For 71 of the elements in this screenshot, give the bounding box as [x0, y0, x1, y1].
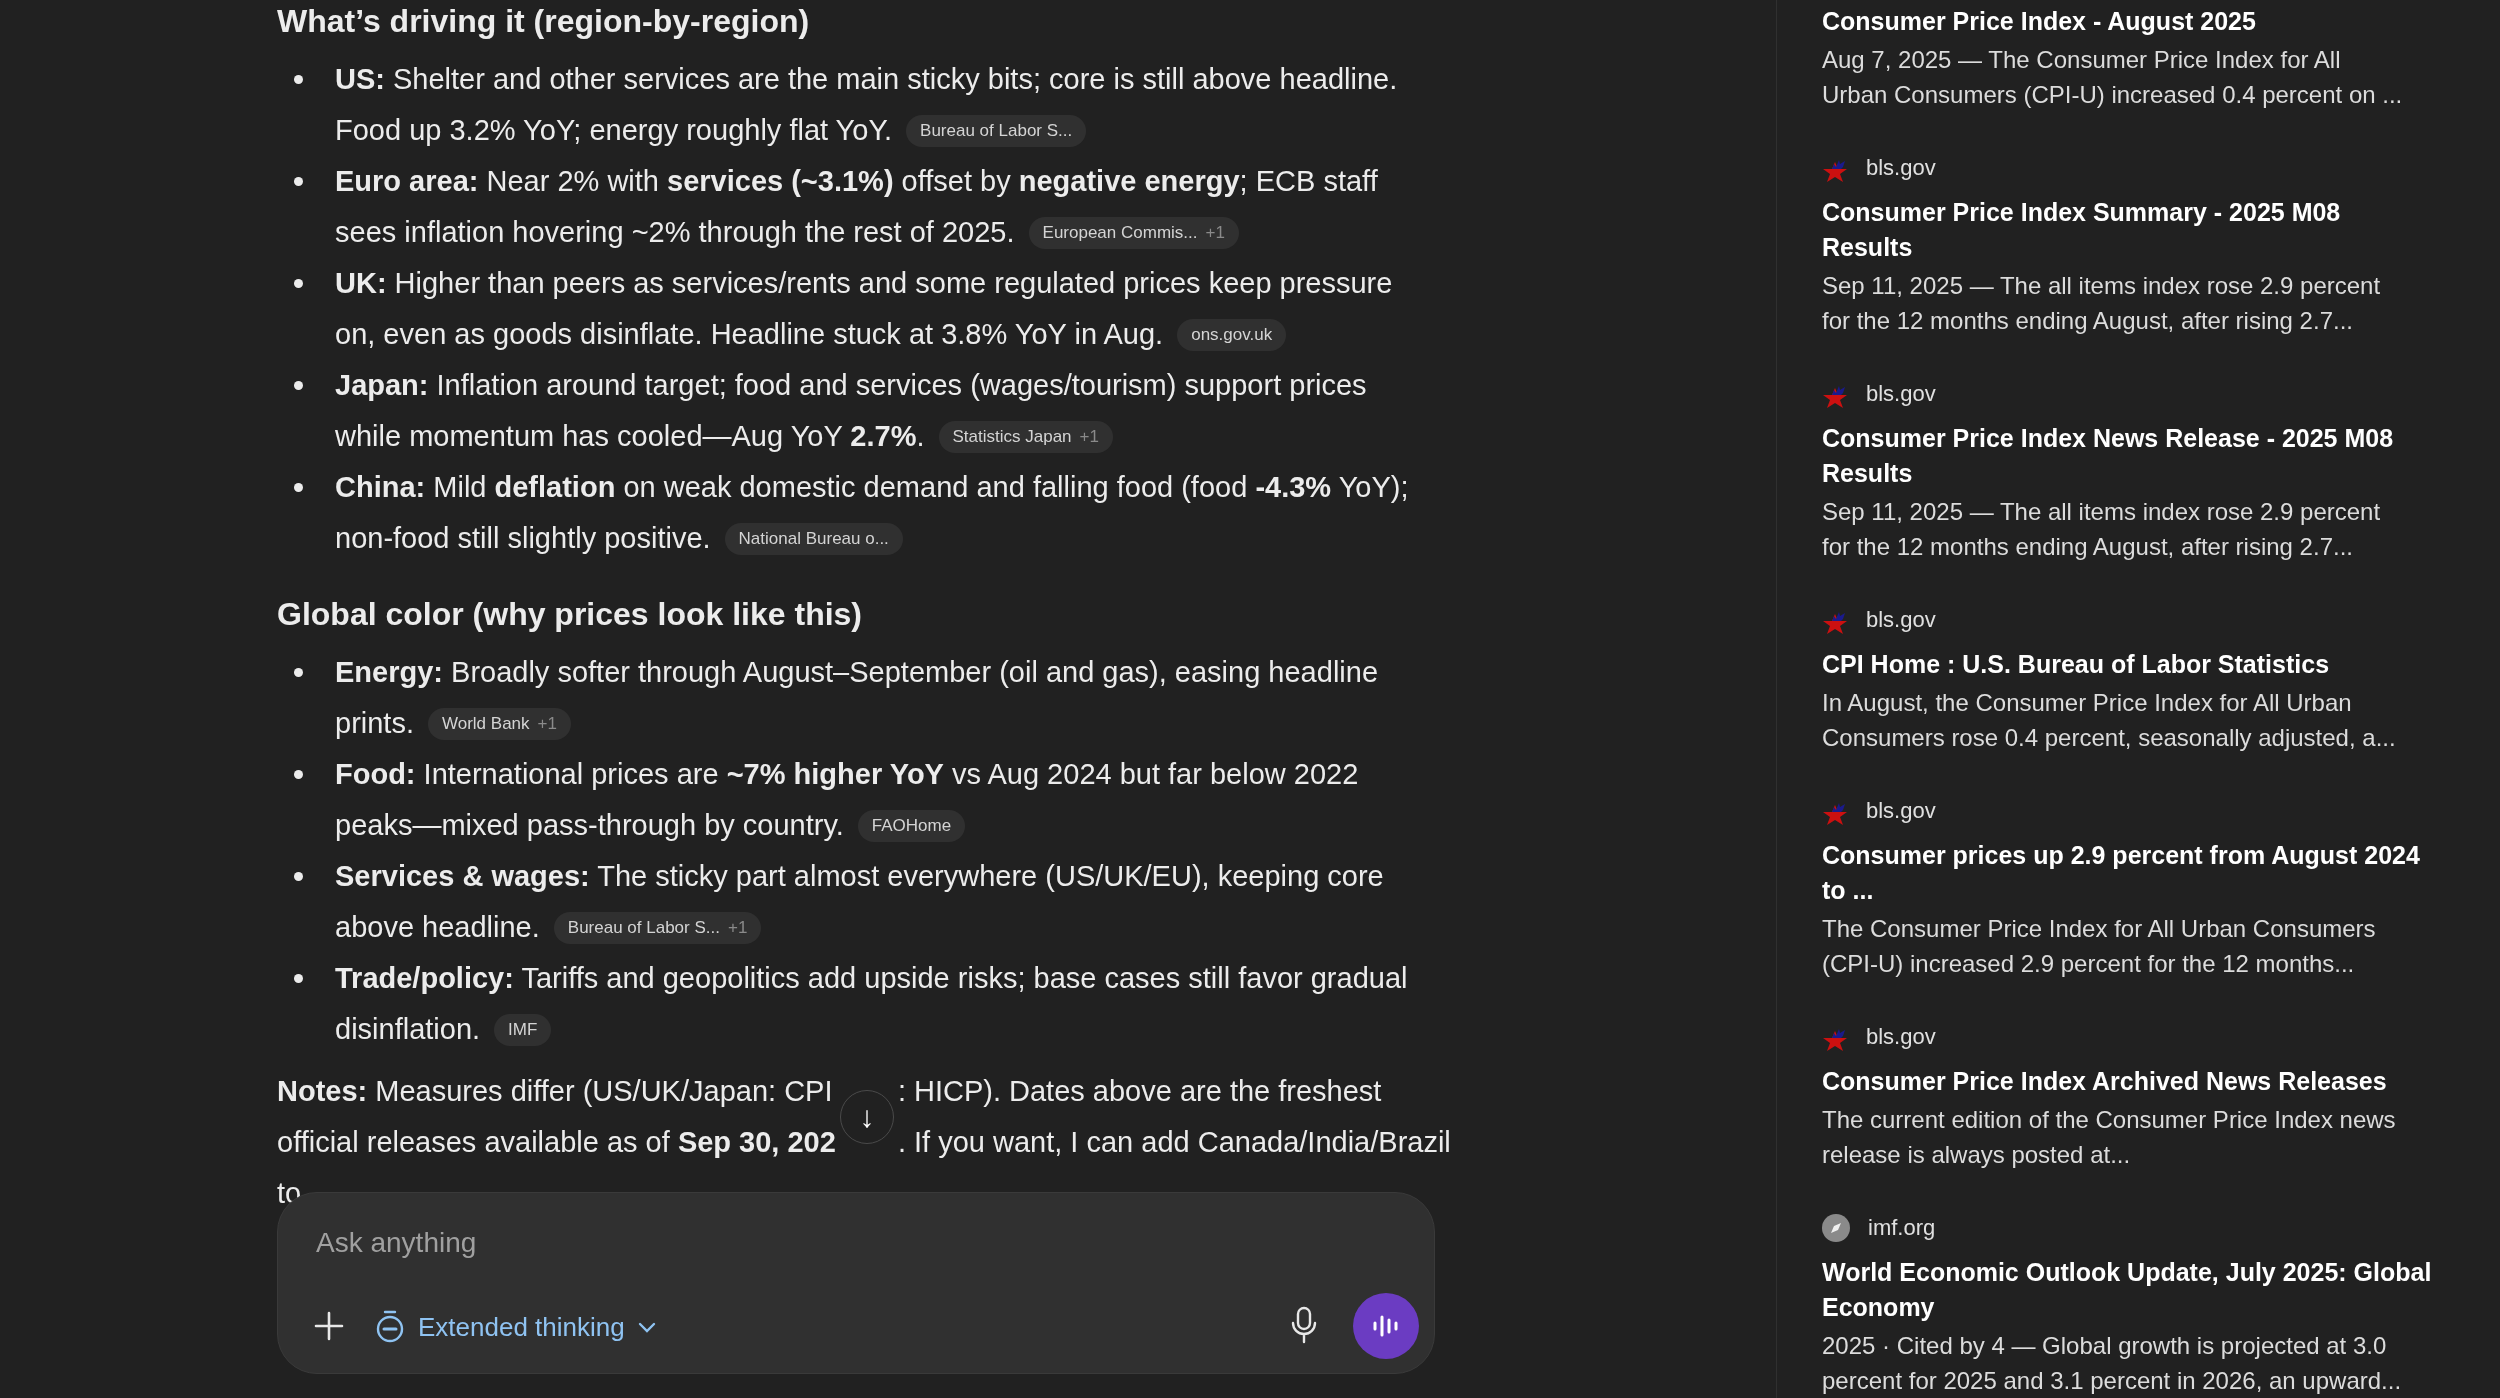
- source-chip[interactable]: Bureau of Labor S... +1: [553, 911, 762, 944]
- timer-icon: [374, 1310, 406, 1344]
- bullet-text: Energy: Broadly softer through August–September (oil and gas), easing headline: [335, 655, 1379, 690]
- bullet-text: peaks—mixed pass-through by country.: [335, 808, 844, 843]
- bullet-text: sees inflation hovering ~2% through the rest of 2025.: [335, 215, 1015, 250]
- source-title[interactable]: Consumer Price Index Summary - 2025 M08 Results: [1822, 195, 2341, 265]
- source-chip[interactable]: National Bureau o...: [724, 522, 903, 555]
- bullet-text: Japan: Inflation around target; food and services (wages/tourism) support prices: [335, 368, 1367, 403]
- plus-icon[interactable]: [314, 1311, 344, 1341]
- source-chip[interactable]: World Bank +1: [428, 707, 571, 740]
- section-heading: Global color (why prices look like this): [277, 595, 862, 634]
- source-title[interactable]: World Economic Outlook Update, July 2025: Global Economy: [1822, 1255, 2432, 1325]
- source-title[interactable]: Consumer Price Index News Release - 2025 M08 Results: [1822, 421, 2394, 491]
- source-site: bls.gov: [1866, 1023, 1936, 1051]
- bullet-icon: [294, 872, 303, 881]
- bullet-text: Food up 3.2% YoY; energy roughly flat YoY.: [335, 113, 893, 148]
- source-chip[interactable]: European Commis... +1: [1028, 216, 1239, 249]
- bullet-text: prints.: [335, 706, 414, 741]
- source-site: imf.org: [1868, 1214, 1936, 1242]
- section-heading: What’s driving it (region-by-region): [277, 2, 810, 41]
- compass-icon: [1822, 1213, 1850, 1242]
- bullet-text: Trade/policy: Tariffs and geopolitics add upside risks; base cases still favor gradual: [335, 961, 1408, 996]
- bullet-icon: [294, 668, 303, 677]
- bullet-text: Euro area: Near 2% with services (~3.1%) offset by negative energy; ECB staff: [335, 164, 1378, 199]
- source-title[interactable]: Consumer Price Index - August 2025: [1822, 4, 2256, 39]
- bullet-text: Food: International prices are ~7% higher YoY vs Aug 2024 but far below 2022: [335, 757, 1359, 792]
- source-snippet: Aug 7, 2025 — The Consumer Price Index for All Urban Consumers (CPI-U) increased 0.4 percent on ...: [1822, 45, 2403, 110]
- bullet-icon: [294, 279, 303, 288]
- bullet-text: China: Mild deflation on weak domestic demand and falling food (food -4.3% YoY);: [335, 470, 1409, 505]
- source-snippet: In August, the Consumer Price Index for All Urban Consumers rose 0.4 percent, seasonally adjusted, a...: [1822, 688, 2396, 753]
- source-snippet: 2025 · Cited by 4 — Global growth is projected at 3.0 percent for 2025 and 3.1 percent in 2026, an upward...: [1822, 1331, 2402, 1396]
- source-chip[interactable]: Bureau of Labor S...: [906, 114, 1087, 147]
- source-site: bls.gov: [1866, 154, 1936, 182]
- message-input[interactable]: Ask anything: [316, 1221, 1316, 1265]
- source-title[interactable]: CPI Home : U.S. Bureau of Labor Statistics: [1822, 647, 2330, 682]
- bullet-text: on, even as goods disinflate. Headline stuck at 3.8% YoY in Aug.: [335, 317, 1164, 352]
- source-chip[interactable]: IMF: [494, 1013, 552, 1046]
- bullet-text: US: Shelter and other services are the main sticky bits; core is still above headline.: [335, 62, 1398, 97]
- microphone-icon[interactable]: [1291, 1306, 1317, 1344]
- chevron-down-icon: [636, 1320, 657, 1334]
- bullet-icon: [294, 75, 303, 84]
- source-chip[interactable]: FAOHome: [857, 809, 966, 842]
- source-title[interactable]: Consumer prices up 2.9 percent from August 2024 to ...: [1822, 838, 2420, 908]
- notes-text: Notes: Measures differ (US/UK/Japan: CPI: [277, 1074, 833, 1109]
- notes-text: . If you want, I can add Canada/India/Brazil: [897, 1125, 1451, 1160]
- source-title[interactable]: Consumer Price Index Archived News Releases: [1822, 1064, 2387, 1099]
- bullet-icon: [294, 177, 303, 186]
- source-snippet: The current edition of the Consumer Price Index news release is always posted at...: [1822, 1105, 2396, 1170]
- bullet-icon: [294, 974, 303, 983]
- notes-text: : HICP). Dates above are the freshest: [897, 1074, 1382, 1109]
- source-snippet: Sep 11, 2025 — The all items index rose 2.9 percent for the 12 months ending August, after rising 2.7...: [1822, 271, 2381, 336]
- bullet-icon: [294, 381, 303, 390]
- source-site: bls.gov: [1866, 606, 1936, 634]
- source-snippet: Sep 11, 2025 — The all items index rose 2.9 percent for the 12 months ending August, after rising 2.7...: [1822, 497, 2381, 562]
- source-site: bls.gov: [1866, 797, 1936, 825]
- source-site: bls.gov: [1866, 380, 1936, 408]
- notes-text: official releases available as of Sep 30, 202: [277, 1125, 836, 1160]
- bullet-icon: [294, 770, 303, 779]
- bullet-text: UK: Higher than peers as services/rents and some regulated prices keep pressure: [335, 266, 1393, 301]
- source-chip[interactable]: Statistics Japan +1: [938, 420, 1113, 453]
- bullet-text: Services & wages: The sticky part almost everywhere (US/UK/EU), keeping core: [335, 859, 1384, 894]
- source-snippet: The Consumer Price Index for All Urban Consumers (CPI-U) increased 2.9 percent for the 12 months...: [1822, 914, 2376, 979]
- scroll-down-button[interactable]: ↓: [839, 1090, 894, 1144]
- bullet-icon: [294, 483, 303, 492]
- bullet-text: disinflation.: [335, 1012, 481, 1047]
- waveform-icon: [1372, 1314, 1400, 1338]
- bullet-text: non-food still slightly positive.: [335, 521, 711, 556]
- bullet-text: above headline.: [335, 910, 540, 945]
- source-chip[interactable]: ons.gov.uk: [1177, 318, 1287, 351]
- mode-selector[interactable]: Extended thinking: [374, 1305, 657, 1349]
- bullet-text: while momentum has cooled—Aug YoY 2.7%.: [335, 419, 925, 454]
